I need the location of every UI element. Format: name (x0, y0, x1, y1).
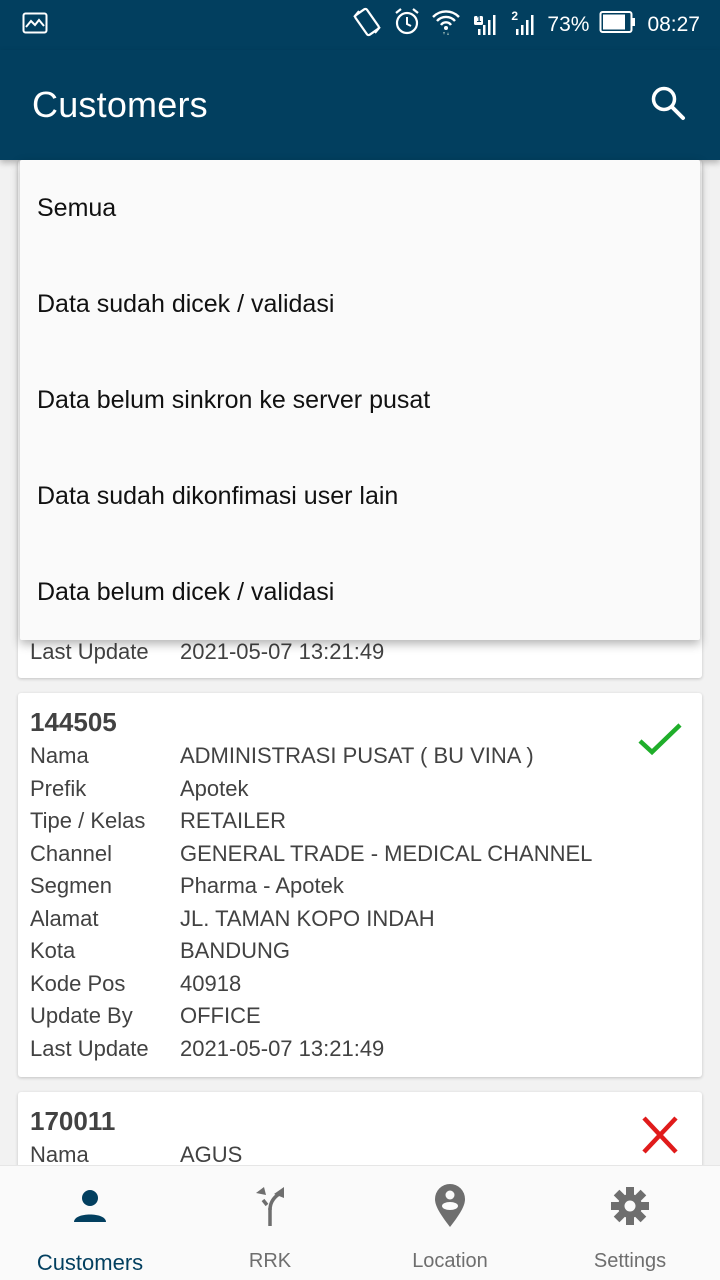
row-label: Channel (30, 840, 112, 866)
card-row: Nama ADMINISTRASI PUSAT ( BU VINA ) (30, 740, 690, 773)
signal-sim1-icon: 1 (471, 7, 501, 43)
sim2-badge: 2 (511, 9, 519, 23)
customer-code: 170011 (30, 1106, 116, 1136)
card-row: Kota BANDUNG (30, 935, 690, 968)
row-value: RETAILER (180, 808, 286, 833)
filter-option-confirmed-other-user[interactable]: Data sudah dikonfimasi user lain (20, 448, 700, 544)
alarm-icon (393, 7, 421, 43)
card-row: Tipe / Kelas RETAILER (30, 805, 690, 838)
row-label: Kode Pos (30, 970, 126, 996)
row-value: OFFICE (180, 1003, 261, 1028)
filter-option-semua[interactable]: Semua (20, 160, 700, 256)
battery-icon (599, 10, 637, 40)
filter-option-not-synced[interactable]: Data belum sinkron ke server pusat (20, 352, 700, 448)
signal-sim2-icon: 2 (511, 7, 537, 43)
row-label: Alamat (30, 905, 99, 931)
location-pin-icon (428, 1184, 472, 1228)
app-bar: Customers (0, 50, 720, 160)
row-value: ADMINISTRASI PUSAT ( BU VINA ) (180, 743, 534, 768)
row-label: Prefik (30, 775, 87, 801)
tab-label: Location (412, 1250, 488, 1272)
row-value: AGUS (180, 1142, 243, 1165)
row-label: Segmen (30, 873, 112, 898)
customer-code: 144505 (30, 707, 117, 737)
filter-option-validated[interactable]: Data sudah dicek / validasi (20, 256, 700, 352)
gear-icon (608, 1184, 652, 1228)
row-label: Kota (30, 938, 76, 963)
row-label: Nama (30, 743, 89, 768)
bottom-navigation: Customers RRK Location Settings (0, 1165, 720, 1280)
row-value: Apotek (180, 775, 249, 801)
tab-label: RRK (248, 1250, 292, 1272)
row-value: Pharma - Apotek (180, 873, 344, 898)
filter-dropdown-menu[interactable]: Semua Data sudah dicek / validasi Data b… (20, 160, 700, 640)
row-value: 40918 (180, 970, 242, 996)
tab-location[interactable]: Location (360, 1166, 540, 1280)
vibrate-icon (351, 7, 383, 43)
row-value: GENERAL TRADE - MEDICAL CHANNEL (180, 840, 593, 866)
card-row: Segmen Pharma - Apotek (30, 870, 690, 903)
row-label: Tipe / Kelas (30, 808, 146, 833)
battery-percent: 73% (547, 13, 590, 36)
search-button[interactable] (646, 83, 690, 127)
card-row: Nama AGUS (30, 1139, 690, 1165)
status-bar: 1 2 73% 08:27 (0, 0, 720, 50)
cross-icon (636, 1112, 684, 1160)
tab-rrk[interactable]: RRK (180, 1166, 360, 1280)
tab-settings[interactable]: Settings (540, 1166, 720, 1280)
sim1-badge: 1 (476, 14, 482, 24)
card-row: Channel GENERAL TRADE - MEDICAL CHANNEL (30, 838, 690, 871)
card-row: Prefik Apotek (30, 773, 690, 806)
row-label: Last Update (30, 638, 149, 664)
filter-option-not-validated[interactable]: Data belum dicek / validasi (20, 544, 700, 640)
page-title: Customers (32, 84, 208, 125)
tab-label: Customers (36, 1250, 144, 1275)
image-icon (22, 12, 48, 39)
person-icon (68, 1184, 112, 1228)
wifi-icon (431, 7, 461, 43)
card-row: Update By OFFICE (30, 1000, 690, 1033)
card-row: Kode Pos 40918 (30, 968, 690, 1001)
row-label: Last Update (30, 1035, 149, 1061)
card-row: Last Update 2021-05-07 13:21:49 (30, 1033, 690, 1066)
row-label: Update By (30, 1003, 133, 1028)
row-label: Nama (30, 1142, 89, 1165)
row-value: 2021-05-07 13:21:49 (180, 638, 385, 664)
check-icon (636, 715, 684, 763)
card-row: Alamat JL. TAMAN KOPO INDAH (30, 903, 690, 936)
tab-customers[interactable]: Customers (0, 1166, 180, 1280)
row-value: BANDUNG (180, 938, 291, 963)
search-icon (649, 84, 687, 127)
clock-time: 08:27 (647, 13, 700, 36)
tab-label: Settings (593, 1250, 667, 1272)
row-value: 2021-05-07 13:21:49 (180, 1035, 385, 1061)
card-row: Last Update 2021-05-07 13:21:49 (30, 636, 384, 669)
row-value: JL. TAMAN KOPO INDAH (180, 905, 435, 931)
fork-arrows-icon (248, 1184, 292, 1228)
customer-card[interactable]: 144505 Nama ADMINISTRASI PUSAT ( BU VINA … (18, 693, 702, 1077)
customer-card[interactable]: 170011 Nama AGUS (18, 1092, 702, 1165)
